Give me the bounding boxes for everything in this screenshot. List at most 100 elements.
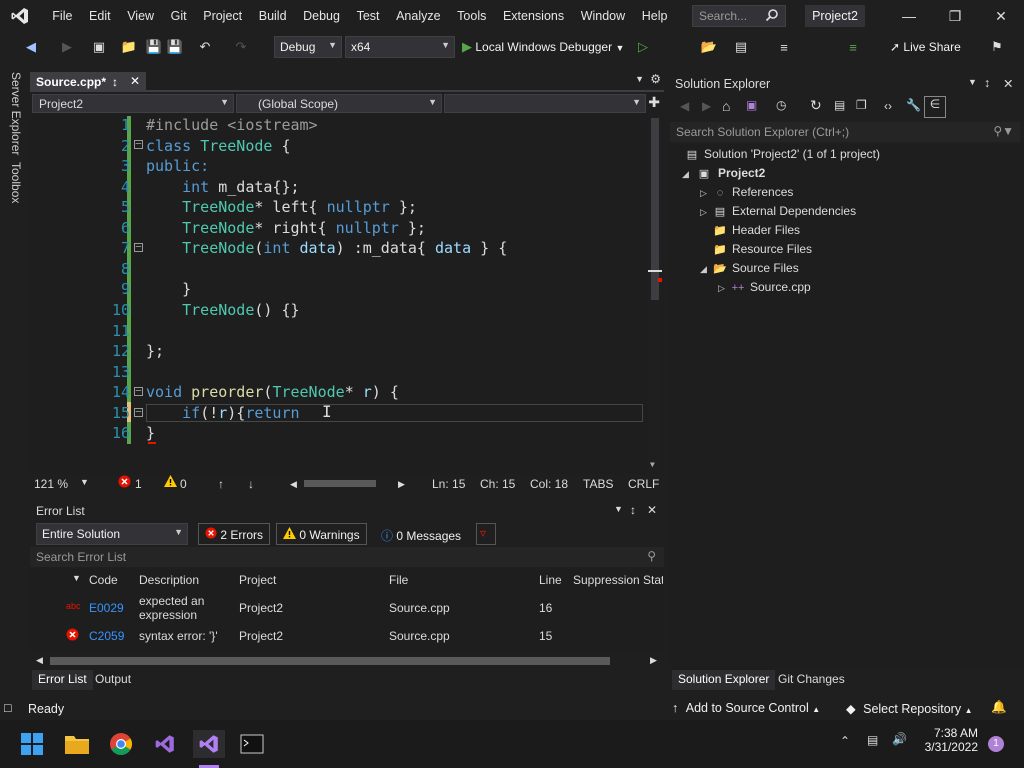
new-item-icon[interactable]: ▣ <box>90 38 108 56</box>
errors-filter-button[interactable]: 2 Errors <box>198 523 271 545</box>
show-all-files-icon[interactable]: ❐ <box>856 98 867 112</box>
tree-item-source-files[interactable]: ◢ 📂 Source Files <box>700 259 799 278</box>
save-icon[interactable]: 💾 <box>145 38 163 56</box>
column-header-code[interactable]: Code <box>89 573 118 587</box>
tree-item-source-cpp[interactable]: ▷ ++ Source.cpp <box>718 278 811 297</box>
close-window-button[interactable]: ✕ <box>978 0 1024 32</box>
maximize-button[interactable]: ❐ <box>932 0 978 32</box>
refresh-icon[interactable]: ↻ <box>810 97 822 114</box>
start-debugging-button[interactable]: ▶ Local Windows Debugger ▼ <box>462 36 624 58</box>
menu-build[interactable]: Build <box>250 0 294 32</box>
table-row[interactable]: abc E0029 expected an expression Project… <box>30 591 664 625</box>
tab-solution-explorer[interactable]: Solution Explorer <box>672 670 776 690</box>
navigate-forward-icon[interactable]: ▶ <box>58 38 76 56</box>
fold-toggle-icon[interactable]: – <box>134 243 143 252</box>
menu-test[interactable]: Test <box>348 0 388 32</box>
tree-item-references[interactable]: ▷ ◌ References <box>700 183 793 202</box>
start-without-debugging-icon[interactable]: ▷ <box>634 38 652 56</box>
network-icon[interactable]: ▤ <box>867 733 878 747</box>
close-panel-icon[interactable]: ✕ <box>1003 76 1013 91</box>
settings-gear-icon[interactable]: ⚙ <box>650 72 661 86</box>
pin-icon[interactable]: ↕ <box>630 503 636 517</box>
menu-git[interactable]: Git <box>162 0 195 32</box>
scroll-right-icon[interactable]: ▶ <box>650 655 657 666</box>
tree-item-header-files[interactable]: 📁 Header Files <box>712 221 800 240</box>
add-to-source-control-button[interactable]: ↑ Add to Source Control ▲ <box>672 701 820 715</box>
menu-edit[interactable]: Edit <box>81 0 119 32</box>
code-line[interactable]: TreeNode() {} <box>146 301 299 319</box>
project-nav-select[interactable]: Project2 ▼ <box>32 94 234 113</box>
comment-icon[interactable]: ≡ <box>844 38 862 56</box>
scrollbar-thumb[interactable] <box>651 118 659 300</box>
home-icon[interactable]: ⌂ <box>722 98 730 114</box>
collapsed-arrow-icon[interactable]: ▷ <box>700 184 712 203</box>
tree-item-resource-files[interactable]: 📁 Resource Files <box>712 240 812 259</box>
table-row[interactable]: C2059 syntax error: '}' Project2 Source.… <box>30 625 664 647</box>
scope-nav-select[interactable]: (Global Scope) ▼ <box>236 94 442 113</box>
error-scope-select[interactable]: Entire Solution ▼ <box>36 523 188 545</box>
menu-tools[interactable]: Tools <box>449 0 495 32</box>
undo-icon[interactable]: ↶ <box>196 38 214 56</box>
notifications-bell-icon[interactable]: 🔔 <box>991 700 1007 715</box>
scroll-right-icon[interactable]: ▶ <box>398 479 405 490</box>
terminal-icon[interactable] <box>238 730 266 758</box>
folder-view-icon[interactable]: 📂 <box>700 38 718 56</box>
panel-dropdown-icon[interactable]: ▼ <box>968 77 977 87</box>
fold-toggle-icon[interactable]: – <box>134 387 143 396</box>
tree-item-project[interactable]: ◢ ▣ Project2 <box>682 164 765 183</box>
live-share-button[interactable]: ➚ Live Share <box>890 36 961 58</box>
line-indicator[interactable]: Ln: 15 <box>432 477 465 491</box>
scroll-down-icon[interactable]: ▼ <box>650 460 655 469</box>
menu-view[interactable]: View <box>119 0 162 32</box>
visual-studio-taskbar-icon[interactable] <box>193 730 225 758</box>
panel-dropdown-icon[interactable]: ▼ <box>614 504 623 514</box>
project-name-badge[interactable]: Project2 <box>805 5 865 27</box>
tab-error-list[interactable]: Error List <box>32 670 93 690</box>
collapsed-arrow-icon[interactable]: ▷ <box>718 279 730 298</box>
expanded-arrow-icon[interactable]: ◢ <box>700 260 712 279</box>
file-explorer-icon[interactable] <box>63 730 91 758</box>
code-line[interactable]: int m_data{}; <box>146 178 299 196</box>
tab-git-changes[interactable]: Git Changes <box>772 670 851 690</box>
properties-wrench-icon[interactable]: 🔧 <box>906 98 921 112</box>
error-code[interactable]: E0029 <box>89 601 124 615</box>
warning-count[interactable]: 0 <box>180 477 187 491</box>
layout-icon[interactable]: ▤ <box>732 38 750 56</box>
horizontal-scrollbar-thumb[interactable] <box>304 480 376 487</box>
notification-badge[interactable]: 1 <box>988 736 1004 752</box>
tree-item-solution[interactable]: ▤ Solution 'Project2' (1 of 1 project) <box>684 145 880 164</box>
pin-icon[interactable]: ↕ <box>984 76 990 90</box>
align-icon[interactable]: ≡ <box>775 38 793 56</box>
menu-file[interactable]: File <box>44 0 81 32</box>
filter-icon[interactable]: ▿ <box>476 523 496 545</box>
code-line[interactable]: class TreeNode { <box>146 137 291 155</box>
menu-extensions[interactable]: Extensions <box>495 0 573 32</box>
column-options-icon[interactable]: ▼ <box>72 573 81 583</box>
minimize-button[interactable]: — <box>886 0 932 32</box>
preview-toggle-icon[interactable]: ∈ <box>924 96 946 118</box>
code-line[interactable]: if(!r){return <box>146 404 309 422</box>
show-hidden-icons-icon[interactable]: ⌃ <box>840 734 850 748</box>
code-line[interactable]: #include <iostream> <box>146 116 318 134</box>
save-all-icon[interactable]: 💾 <box>166 38 184 56</box>
vs-project-icon[interactable]: ▣ <box>746 98 757 112</box>
code-line[interactable]: TreeNode(int data) :m_data{ data } { <box>146 239 507 257</box>
code-line[interactable]: TreeNode* right{ nullptr }; <box>146 219 426 237</box>
expanded-arrow-icon[interactable]: ◢ <box>682 165 694 184</box>
next-issue-icon[interactable]: ↓ <box>248 477 254 491</box>
column-header-description[interactable]: Description <box>139 573 199 587</box>
code-editor[interactable]: – – – – 1 2 3 4 5 6 7 8 9 10 11 12 13 14… <box>30 114 664 474</box>
column-header-file[interactable]: File <box>389 573 408 587</box>
toolbox-tab[interactable]: Toolbox <box>9 162 23 203</box>
fold-toggle-icon[interactable]: – <box>134 140 143 149</box>
vertical-scrollbar[interactable]: ▼ <box>648 114 662 472</box>
code-line[interactable]: void preorder(TreeNode* r) { <box>146 383 399 401</box>
zoom-level[interactable]: 121 % <box>34 477 68 491</box>
server-explorer-tab[interactable]: Server Explorer <box>9 72 23 155</box>
windows-start-icon[interactable] <box>18 730 46 758</box>
history-icon[interactable]: ◷ <box>776 98 786 112</box>
tab-source-cpp[interactable]: Source.cpp* ↕ ✕ <box>30 72 146 92</box>
redo-icon[interactable]: ↷ <box>232 38 250 56</box>
close-panel-icon[interactable]: ✕ <box>647 503 657 517</box>
char-indicator[interactable]: Ch: 15 <box>480 477 515 491</box>
